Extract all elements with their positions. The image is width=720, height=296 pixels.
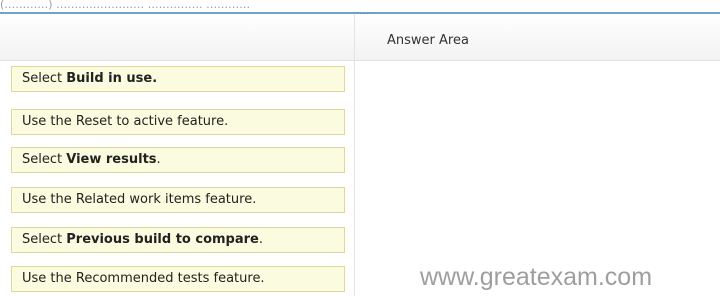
option-related-work-items[interactable]: Use the Related work items feature. <box>11 187 345 213</box>
answer-area-header: Answer Area <box>355 14 720 61</box>
drag-drop-question: (…………) …………………… …………… ………… :::::: . Answ… <box>0 0 720 296</box>
option-text: Select <box>22 71 67 86</box>
option-recommended-tests[interactable]: Use the Recommended tests feature. <box>11 266 345 292</box>
answer-area-pane[interactable]: Answer Area <box>355 14 720 296</box>
option-select-build-in-use[interactable]: Select Build in use. <box>11 66 345 92</box>
options-pane-header <box>0 14 354 61</box>
option-suffix: . <box>156 152 161 167</box>
option-text: Select <box>22 232 67 247</box>
option-bold-text: View results <box>66 152 157 167</box>
option-select-view-results[interactable]: Select View results. <box>11 147 345 173</box>
option-bold-text: Build in use. <box>66 71 158 86</box>
option-select-previous-build[interactable]: Select Previous build to compare. <box>11 227 345 253</box>
option-reset-to-active[interactable]: Use the Reset to active feature. <box>11 109 345 135</box>
option-text: Use the Recommended tests feature. <box>22 271 265 286</box>
option-text: Use the Reset to active feature. <box>22 114 229 129</box>
answer-area-title: Answer Area <box>387 33 469 48</box>
option-bold-text: Previous build to compare <box>66 232 259 247</box>
option-text: Select <box>22 152 67 167</box>
option-text: Use the Related work items feature. <box>22 192 257 207</box>
option-suffix: . <box>258 232 263 247</box>
watermark: www.greatexam.com <box>420 263 653 291</box>
